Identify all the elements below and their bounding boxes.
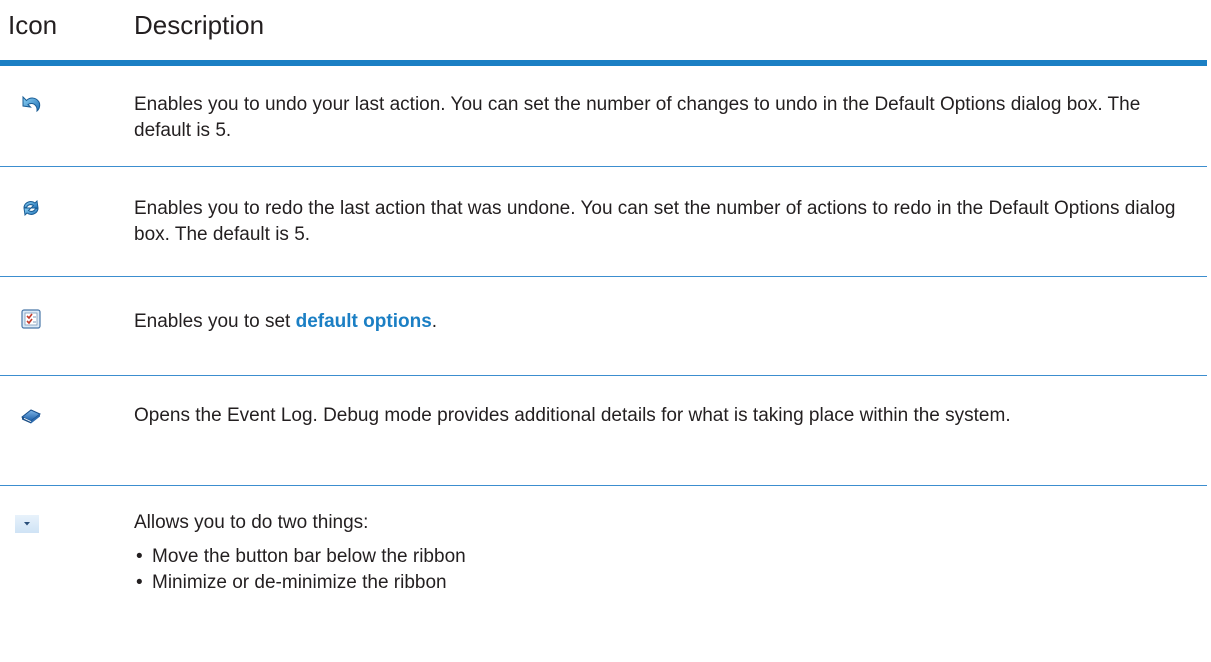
list-item: • Minimize or de-minimize the ribbon: [136, 572, 447, 593]
icon-description-table: Icon Description Enables you to undo you…: [0, 0, 1211, 593]
description-column-header: Description: [134, 10, 265, 40]
icon-column-header: Icon: [8, 10, 58, 40]
redo-icon[interactable]: [20, 197, 42, 219]
table-row: Opens the Event Log. Debug mode provides…: [0, 376, 1207, 485]
table-row: Enables you to set default options.: [0, 277, 1207, 375]
bullet-list: • Move the button bar below the ribbon • M…: [134, 544, 1194, 596]
table-row: Allows you to do two things: • Move the b…: [0, 486, 1207, 656]
table-row: Enables you to redo the last action that…: [0, 167, 1207, 276]
event-log-icon[interactable]: [20, 404, 42, 426]
list-item-text: Move the button bar below the ribbon: [152, 546, 466, 567]
default-options-icon[interactable]: [20, 308, 42, 330]
default-options-link[interactable]: default options: [296, 311, 432, 332]
row-description: Enables you to undo your last action. Yo…: [134, 94, 1141, 141]
table-row: Enables you to undo your last action. Yo…: [0, 66, 1207, 166]
description-text: Enables you to set: [134, 311, 296, 332]
row-description: Opens the Event Log. Debug mode provides…: [134, 405, 1011, 426]
undo-icon[interactable]: [20, 92, 42, 114]
list-item-text: Minimize or de-minimize the ribbon: [152, 572, 447, 593]
row-description: Enables you to redo the last action that…: [134, 198, 1176, 245]
list-item: • Move the button bar below the ribbon: [136, 546, 466, 567]
description-text: .: [431, 311, 438, 332]
row-description: Enables you to set default options.: [134, 309, 1194, 335]
description-text: Allows you to do two things:: [134, 512, 369, 533]
table-header: Icon Description: [0, 0, 1211, 60]
dropdown-arrow-icon[interactable]: [14, 513, 40, 535]
row-description: Allows you to do two things: • Move the b…: [134, 510, 1194, 596]
